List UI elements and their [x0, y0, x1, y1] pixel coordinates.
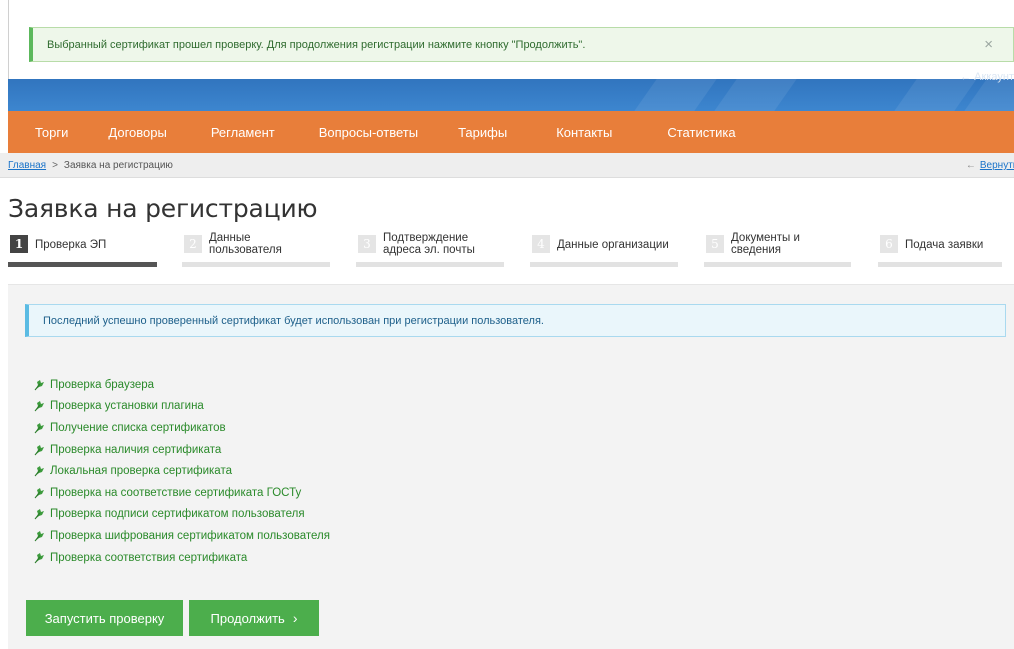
info-alert: Последний успешно проверенный сертификат…: [25, 304, 1006, 337]
step-3[interactable]: 3 Подтверждение адреса эл. почты: [356, 232, 506, 272]
check-item-label: Получение списка сертификатов: [50, 421, 226, 434]
success-alert-text: Выбранный сертификат прошел проверку. Дл…: [47, 38, 586, 51]
nav-item-tarify[interactable]: Тарифы: [418, 125, 507, 140]
check-item-compliance: Проверка соответствия сертификата: [34, 547, 330, 569]
step-2[interactable]: 2 Данные пользователя: [182, 232, 332, 272]
nav-item-torgi[interactable]: Торги: [8, 125, 68, 140]
check-item-label: Проверка на соответствие сертификата ГОС…: [50, 486, 302, 499]
step-progress-bar: [182, 262, 330, 267]
step-progress-bar: [530, 262, 678, 267]
check-leaf-icon: [34, 466, 44, 477]
chevron-right-icon: ›: [292, 610, 298, 626]
breadcrumb-home-link[interactable]: Главная: [8, 160, 46, 171]
check-leaf-icon: [34, 530, 44, 542]
breadcrumb-current: Заявка на регистрацию: [63, 159, 173, 171]
nav-item-dogovory[interactable]: Договоры: [68, 125, 166, 140]
step-label: Данные организации: [557, 239, 669, 251]
content-panel: Последний успешно проверенный сертификат…: [8, 284, 1014, 649]
step-label: Данные пользователя: [209, 232, 282, 256]
check-leaf-icon: [34, 487, 44, 499]
check-leaf-icon: [34, 509, 44, 520]
info-alert-text: Последний успешно проверенный сертификат…: [43, 314, 544, 327]
check-leaf-icon: [34, 552, 44, 563]
step-number: 4: [532, 235, 550, 253]
continue-button[interactable]: Продолжить ›: [189, 600, 319, 636]
page: ← Аккаунт Выбранный сертификат прошел пр…: [0, 0, 1014, 649]
step-number: 5: [706, 235, 724, 253]
step-label: Подача заявки: [905, 239, 984, 251]
step-label: Проверка ЭП: [35, 239, 107, 251]
step-number: 6: [880, 235, 898, 253]
check-leaf-icon: [34, 422, 44, 434]
main-nav: Торги Договоры Регламент Вопросы-ответы …: [8, 111, 1014, 153]
step-label: Подтверждение адреса эл. почты: [383, 232, 475, 256]
step-progress-bar: [878, 262, 1002, 267]
step-number: 1: [10, 235, 28, 253]
step-progress-bar: [356, 262, 504, 267]
check-leaf-icon: [34, 401, 44, 412]
check-item-cert-list: Получение списка сертификатов: [34, 417, 330, 439]
page-title: Заявка на регистрацию: [8, 194, 318, 223]
step-progress-bar: [704, 262, 851, 267]
nav-item-statistika[interactable]: Статистика: [612, 125, 735, 140]
registration-steps: 1 Проверка ЭП 2 Данные пользователя 3 Под…: [8, 232, 1014, 272]
step-4[interactable]: 4 Данные организации: [530, 232, 680, 272]
check-item-label: Проверка браузера: [50, 378, 155, 391]
step-number: 2: [184, 235, 202, 253]
check-item-browser: Проверка браузера: [34, 374, 330, 396]
check-item-local-check: Локальная проверка сертификата: [34, 460, 330, 482]
check-leaf-icon: [34, 379, 44, 391]
step-progress-bar: [8, 262, 157, 267]
check-item-label: Проверка соответствия сертификата: [50, 551, 248, 564]
check-item-label: Проверка установки плагина: [50, 400, 204, 413]
step-5[interactable]: 5 Документы и сведения: [704, 232, 854, 272]
step-label: Документы и сведения: [731, 232, 800, 256]
success-alert: Выбранный сертификат прошел проверку. Дл…: [29, 27, 1014, 62]
check-item-gost: Проверка на соответствие сертификата ГОС…: [34, 482, 330, 504]
check-item-label: Проверка шифрования сертификатом пользов…: [50, 529, 330, 542]
account-link[interactable]: ← Аккаунт: [960, 71, 1014, 83]
check-item-cert-presence: Проверка наличия сертификата: [34, 439, 330, 461]
nav-item-reglament[interactable]: Регламент: [167, 125, 275, 140]
check-item-signature: Проверка подписи сертификатом пользовате…: [34, 504, 330, 526]
step-6[interactable]: 6 Подача заявки: [878, 232, 1014, 272]
check-item-encryption: Проверка шифрования сертификатом пользов…: [34, 525, 330, 547]
check-list: Проверка браузера Проверка установки пла…: [34, 374, 330, 568]
nav-item-voprosy[interactable]: Вопросы-ответы: [275, 125, 418, 140]
check-leaf-icon: [34, 444, 44, 455]
check-item-plugin: Проверка установки плагина: [34, 396, 330, 418]
check-item-label: Проверка подписи сертификатом пользовате…: [50, 508, 305, 521]
breadcrumb-separator: >: [52, 159, 58, 171]
breadcrumb: Главная > Заявка на регистрацию ←Вернуть: [0, 153, 1014, 178]
nav-item-kontakty[interactable]: Контакты: [507, 125, 612, 140]
step-1[interactable]: 1 Проверка ЭП: [8, 232, 158, 272]
arrow-left-icon: ←: [965, 160, 976, 171]
start-check-button[interactable]: Запустить проверку: [26, 600, 183, 636]
close-icon[interactable]: ×: [984, 36, 993, 53]
check-item-label: Проверка наличия сертификата: [50, 443, 222, 456]
back-link[interactable]: ←Вернуть: [966, 160, 1014, 171]
back-link-label: Вернуть: [979, 160, 1014, 171]
continue-button-label: Продолжить: [210, 610, 285, 626]
step-number: 3: [358, 235, 376, 253]
check-item-label: Локальная проверка сертификата: [50, 465, 232, 478]
